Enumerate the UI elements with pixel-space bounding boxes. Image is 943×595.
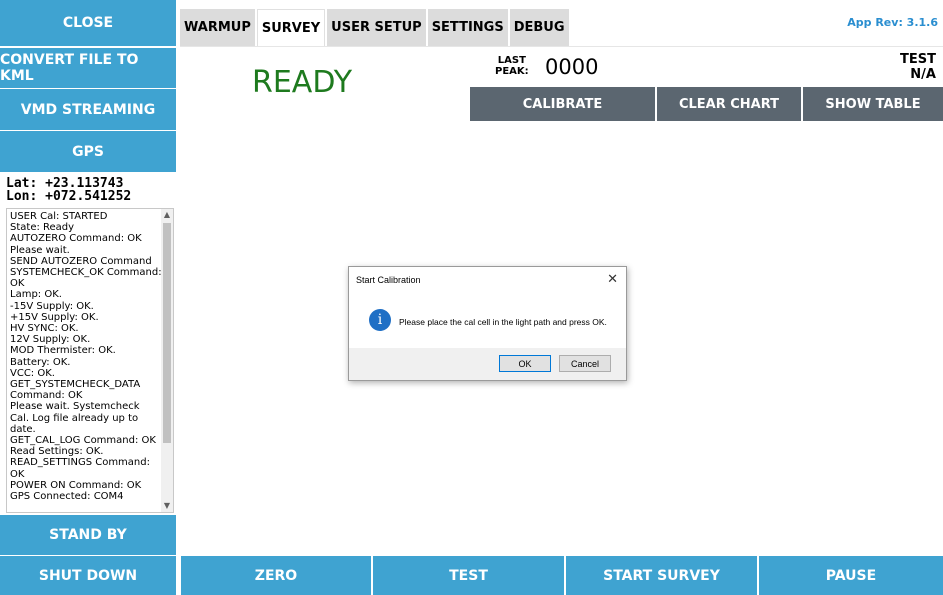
dialog-footer: OK Cancel: [349, 348, 626, 380]
tab-debug[interactable]: DEBUG: [509, 9, 569, 46]
log-line: GPS Connected: COM4: [10, 491, 124, 503]
clear-chart-button[interactable]: CLEAR CHART: [657, 87, 801, 121]
log-line: Please wait. Systemcheck: [10, 401, 140, 413]
log-line: Please wait.: [10, 244, 70, 256]
ok-button[interactable]: OK: [499, 355, 551, 372]
test-button[interactable]: TEST: [373, 556, 564, 595]
log-scrollbar[interactable]: ▲ ▼: [161, 209, 173, 512]
shutdown-button[interactable]: SHUT DOWN: [0, 556, 176, 595]
start-survey-button[interactable]: START SURVEY: [566, 556, 757, 595]
log-line: USER Cal: STARTED: [10, 211, 108, 222]
left-panel: CLOSE CONVERT FILE TO KML VMD STREAMING …: [0, 0, 176, 595]
dialog-message: Please place the cal cell in the light p…: [399, 317, 607, 327]
log-line: State: Ready: [10, 222, 75, 234]
scroll-down-icon[interactable]: ▼: [161, 500, 173, 512]
last-peak-value: 0000: [545, 55, 599, 79]
tab-bar: WARMUP SURVEY USER SETUP SETTINGS DEBUG: [180, 9, 571, 46]
log-line: Read Settings: OK.: [10, 446, 104, 458]
log-line: OK: [10, 468, 25, 480]
dialog-title: Start Calibration: [356, 275, 421, 285]
gps-button[interactable]: GPS: [0, 131, 176, 172]
log-line: Cal. Log file already up to: [10, 412, 139, 424]
close-button[interactable]: CLOSE: [0, 0, 176, 46]
log-line: SYSTEMCHECK_OK Command:: [10, 267, 162, 279]
test-readout: TEST N/A: [900, 52, 936, 82]
last-peak-label-line2: PEAK:: [495, 66, 529, 77]
log-line: date.: [10, 423, 36, 435]
last-peak-label-line1: LAST: [497, 55, 526, 66]
show-table-button[interactable]: SHOW TABLE: [803, 87, 943, 121]
log-line: GET_CAL_LOG Command: OK: [10, 435, 156, 447]
pause-button[interactable]: PAUSE: [759, 556, 943, 595]
log-line: POWER ON Command: OK: [10, 479, 142, 491]
log-line: MOD Thermister: OK.: [10, 345, 116, 357]
last-peak-label: LAST PEAK:: [495, 55, 529, 77]
cancel-button[interactable]: Cancel: [559, 355, 611, 372]
log-textbox[interactable]: USER Cal: STARTED State: Ready AUTOZERO Co…: [6, 208, 174, 513]
tab-settings[interactable]: SETTINGS: [427, 9, 508, 46]
log-line: OK: [10, 278, 25, 290]
vmd-streaming-button[interactable]: VMD STREAMING: [0, 89, 176, 130]
convert-kml-button[interactable]: CONVERT FILE TO KML: [0, 48, 176, 88]
longitude-readout: Lon: +072.541252: [6, 189, 132, 204]
status-text: READY: [252, 65, 353, 100]
tab-warmup[interactable]: WARMUP: [180, 9, 255, 46]
standby-button[interactable]: STAND BY: [0, 515, 176, 555]
log-line: Command: OK: [10, 390, 83, 402]
log-line: +15V Supply: OK.: [10, 311, 99, 323]
scroll-thumb[interactable]: [163, 223, 171, 443]
log-line: SEND AUTOZERO Command: [10, 255, 152, 267]
log-line: AUTOZERO Command: OK: [10, 233, 142, 245]
test-label: TEST: [900, 52, 936, 67]
info-icon: i: [369, 309, 391, 331]
tab-survey[interactable]: SURVEY: [256, 9, 326, 46]
log-line: Lamp: OK.: [10, 289, 62, 301]
start-calibration-dialog: Start Calibration ✕ i Please place the c…: [348, 266, 627, 381]
log-line: -15V Supply: OK.: [10, 300, 94, 312]
log-line: GET_SYSTEMCHECK_DATA: [10, 379, 141, 391]
log-line: HV SYNC: OK.: [10, 323, 79, 335]
close-icon[interactable]: ✕: [607, 271, 618, 287]
app-revision: App Rev: 3.1.6: [847, 16, 938, 29]
zero-button[interactable]: ZERO: [181, 556, 371, 595]
tab-divider: [180, 46, 943, 47]
log-lines: USER Cal: STARTED State: Ready AUTOZERO Co…: [10, 211, 162, 503]
gps-coordinates: Lat: +23.113743 Lon: +072.541252: [6, 177, 131, 203]
scroll-up-icon[interactable]: ▲: [161, 209, 173, 221]
log-line: VCC: OK.: [10, 367, 55, 379]
log-line: READ_SETTINGS Command:: [10, 457, 150, 469]
tab-user-setup[interactable]: USER SETUP: [327, 9, 426, 46]
log-line: 12V Supply: OK.: [10, 334, 91, 346]
test-value: N/A: [910, 67, 936, 82]
calibrate-button[interactable]: CALIBRATE: [470, 87, 655, 121]
log-line: Battery: OK.: [10, 356, 71, 368]
